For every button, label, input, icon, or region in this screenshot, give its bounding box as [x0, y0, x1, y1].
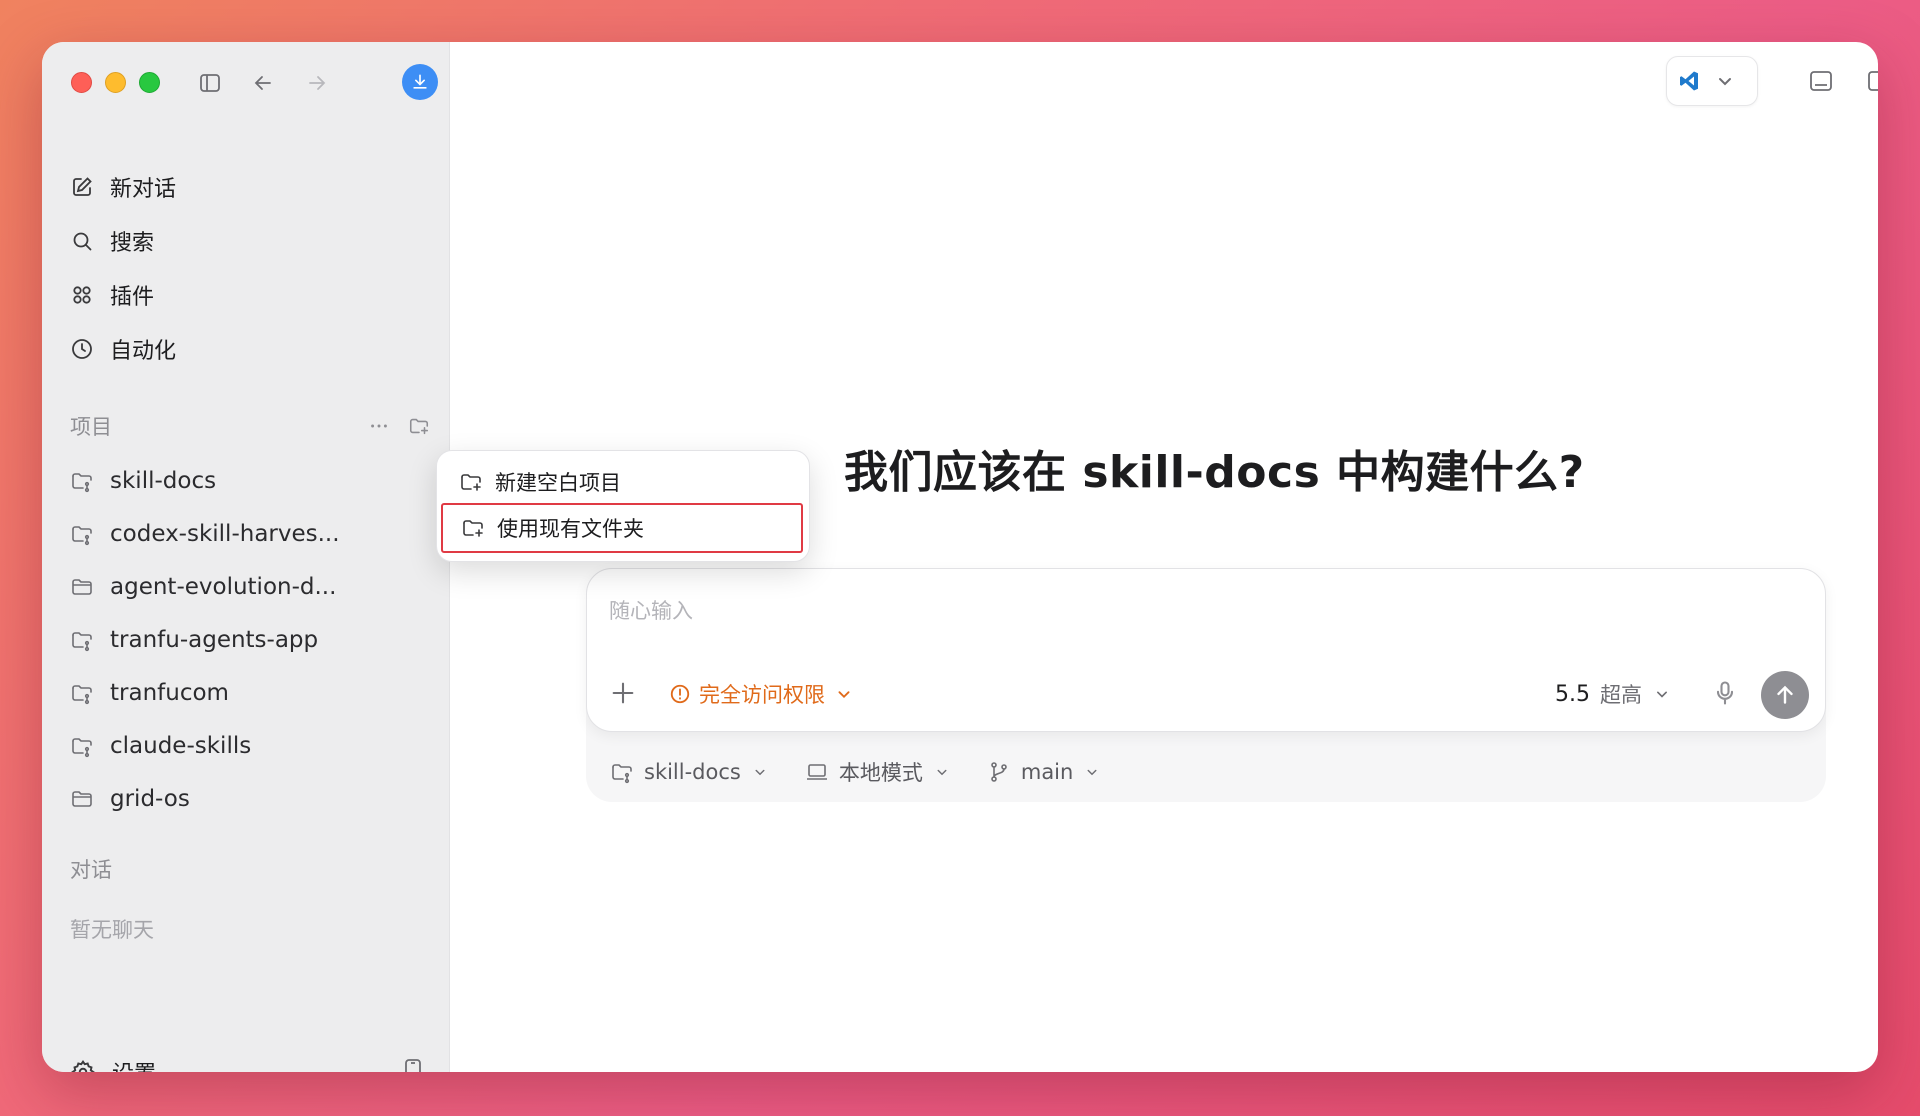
access-permission-dropdown[interactable]: 完全访问权限 [669, 679, 855, 709]
settings-button[interactable]: 设置 [70, 1052, 156, 1072]
git-branch-icon [991, 762, 1007, 782]
branch-selector-label: main [1020, 760, 1074, 784]
back-arrow-icon[interactable] [246, 66, 280, 100]
sidebar-item-label: 搜索 [110, 231, 155, 256]
chevron-down-icon [1719, 78, 1731, 86]
sidebar-item-label: 新对话 [110, 177, 177, 202]
close-window-button[interactable] [71, 72, 92, 93]
model-version: 5.5 [1555, 681, 1590, 707]
project-name: skill-docs [110, 467, 217, 494]
more-icon[interactable] [368, 415, 390, 437]
composer-area: 随心输入 完全访问权限 5.5 超高 skill-docs 本地模式 main [586, 568, 1826, 802]
conversations-section-title: 对话 [70, 858, 112, 882]
phone-icon[interactable] [400, 1058, 426, 1072]
branch-selector[interactable]: main [987, 760, 1101, 784]
mode-selector-label: 本地模式 [838, 761, 923, 785]
gear-icon [71, 1060, 95, 1072]
model-level: 超高 [1600, 683, 1642, 707]
message-input[interactable]: 随心输入 [609, 595, 693, 625]
add-folder-icon [461, 474, 481, 491]
microphone-icon[interactable] [1711, 679, 1739, 707]
git-folder-icon [72, 525, 92, 545]
toggle-bottom-panel-icon[interactable] [1804, 64, 1838, 98]
git-folder-icon [72, 472, 92, 492]
access-label: 完全访问权限 [699, 683, 825, 707]
minimize-window-button[interactable] [105, 72, 126, 93]
add-attachment-icon[interactable] [609, 679, 637, 707]
add-folder-icon [463, 520, 483, 537]
sidebar-nav: 新对话 搜索 插件 自动化 [64, 160, 434, 376]
projects-section-header: 项目 [70, 406, 430, 446]
project-name: tranfu-agents-app [110, 626, 319, 653]
folder-icon [72, 790, 92, 807]
toggle-sidebar-icon[interactable] [193, 66, 227, 100]
arrow-up-icon [1777, 685, 1793, 704]
project-item[interactable]: claude-skills [70, 719, 430, 772]
add-folder-icon[interactable] [408, 415, 430, 437]
project-name: claude-skills [110, 732, 252, 759]
project-name: tranfucom [110, 679, 229, 706]
sidebar-item-search[interactable]: 搜索 [64, 214, 434, 268]
model-selector[interactable]: 5.5 超高 [1555, 679, 1672, 709]
sidebar-item-label: 插件 [110, 285, 155, 310]
clock-icon [72, 339, 92, 359]
chevron-down-icon [1657, 691, 1667, 698]
sidebar: 新对话 搜索 插件 自动化 项目 skill-docs codex-skill-… [42, 42, 450, 1072]
chevron-down-icon [937, 769, 947, 776]
chevron-down-icon [755, 769, 765, 776]
download-update-button[interactable] [402, 64, 438, 100]
grid-icon [73, 286, 91, 304]
sidebar-item-label: 自动化 [110, 339, 177, 364]
toggle-right-panel-icon[interactable] [1862, 64, 1878, 98]
folder-icon [72, 578, 92, 595]
sidebar-item-new-chat[interactable]: 新对话 [64, 160, 434, 214]
sidebar-item-plugins[interactable]: 插件 [64, 268, 434, 322]
project-selector[interactable]: skill-docs [610, 760, 769, 784]
project-item[interactable]: tranfu-agents-app [70, 613, 430, 666]
chevron-down-icon [838, 691, 850, 699]
edit-icon [73, 177, 92, 196]
app-window: 新对话 搜索 插件 自动化 项目 skill-docs codex-skill-… [42, 42, 1878, 1072]
conversations-empty-text: 暂无聊天 [70, 918, 154, 942]
mode-selector[interactable]: 本地模式 [805, 757, 951, 787]
open-in-editor-button[interactable] [1666, 56, 1758, 106]
message-composer: 随心输入 完全访问权限 5.5 超高 [586, 568, 1826, 732]
vscode-icon [1680, 71, 1698, 91]
chevron-down-icon [1087, 769, 1097, 776]
page-title: 我们应该在 skill-docs 中构建什么? [844, 447, 1585, 498]
project-list: skill-docs codex-skill-harves... agent-e… [70, 454, 430, 825]
forward-arrow-icon[interactable] [300, 66, 334, 100]
project-name: agent-evolution-d... [110, 573, 337, 600]
project-name: grid-os [110, 785, 190, 812]
download-icon [413, 74, 427, 89]
git-folder-icon [612, 764, 632, 784]
sidebar-item-automation[interactable]: 自动化 [64, 322, 434, 376]
git-folder-icon [72, 684, 92, 704]
project-item[interactable]: agent-evolution-d... [70, 560, 430, 613]
send-button[interactable] [1761, 671, 1809, 719]
menu-item-label: 新建空白项目 [495, 471, 621, 495]
projects-section-title: 项目 [70, 415, 112, 439]
new-project-menu: 新建空白项目 使用现有文件夹 [436, 450, 810, 562]
warning-icon [670, 684, 690, 704]
search-icon [73, 232, 92, 251]
git-folder-icon [72, 631, 92, 651]
menu-item-use-existing-folder[interactable]: 使用现有文件夹 [441, 503, 803, 553]
project-item[interactable]: codex-skill-harves... [70, 507, 430, 560]
settings-label: 设置 [112, 1056, 156, 1072]
project-item[interactable]: skill-docs [70, 454, 430, 507]
window-controls [71, 72, 160, 93]
menu-item-label: 使用现有文件夹 [497, 517, 644, 541]
project-item[interactable]: tranfucom [70, 666, 430, 719]
project-item[interactable]: grid-os [70, 772, 430, 825]
project-name: codex-skill-harves... [110, 520, 340, 547]
project-selector-label: skill-docs [644, 760, 741, 784]
laptop-icon [806, 764, 827, 780]
composer-meta-bar: skill-docs 本地模式 main [610, 752, 1137, 792]
maximize-window-button[interactable] [139, 72, 160, 93]
menu-item-new-blank-project[interactable]: 新建空白项目 [441, 457, 807, 507]
git-folder-icon [72, 737, 92, 757]
